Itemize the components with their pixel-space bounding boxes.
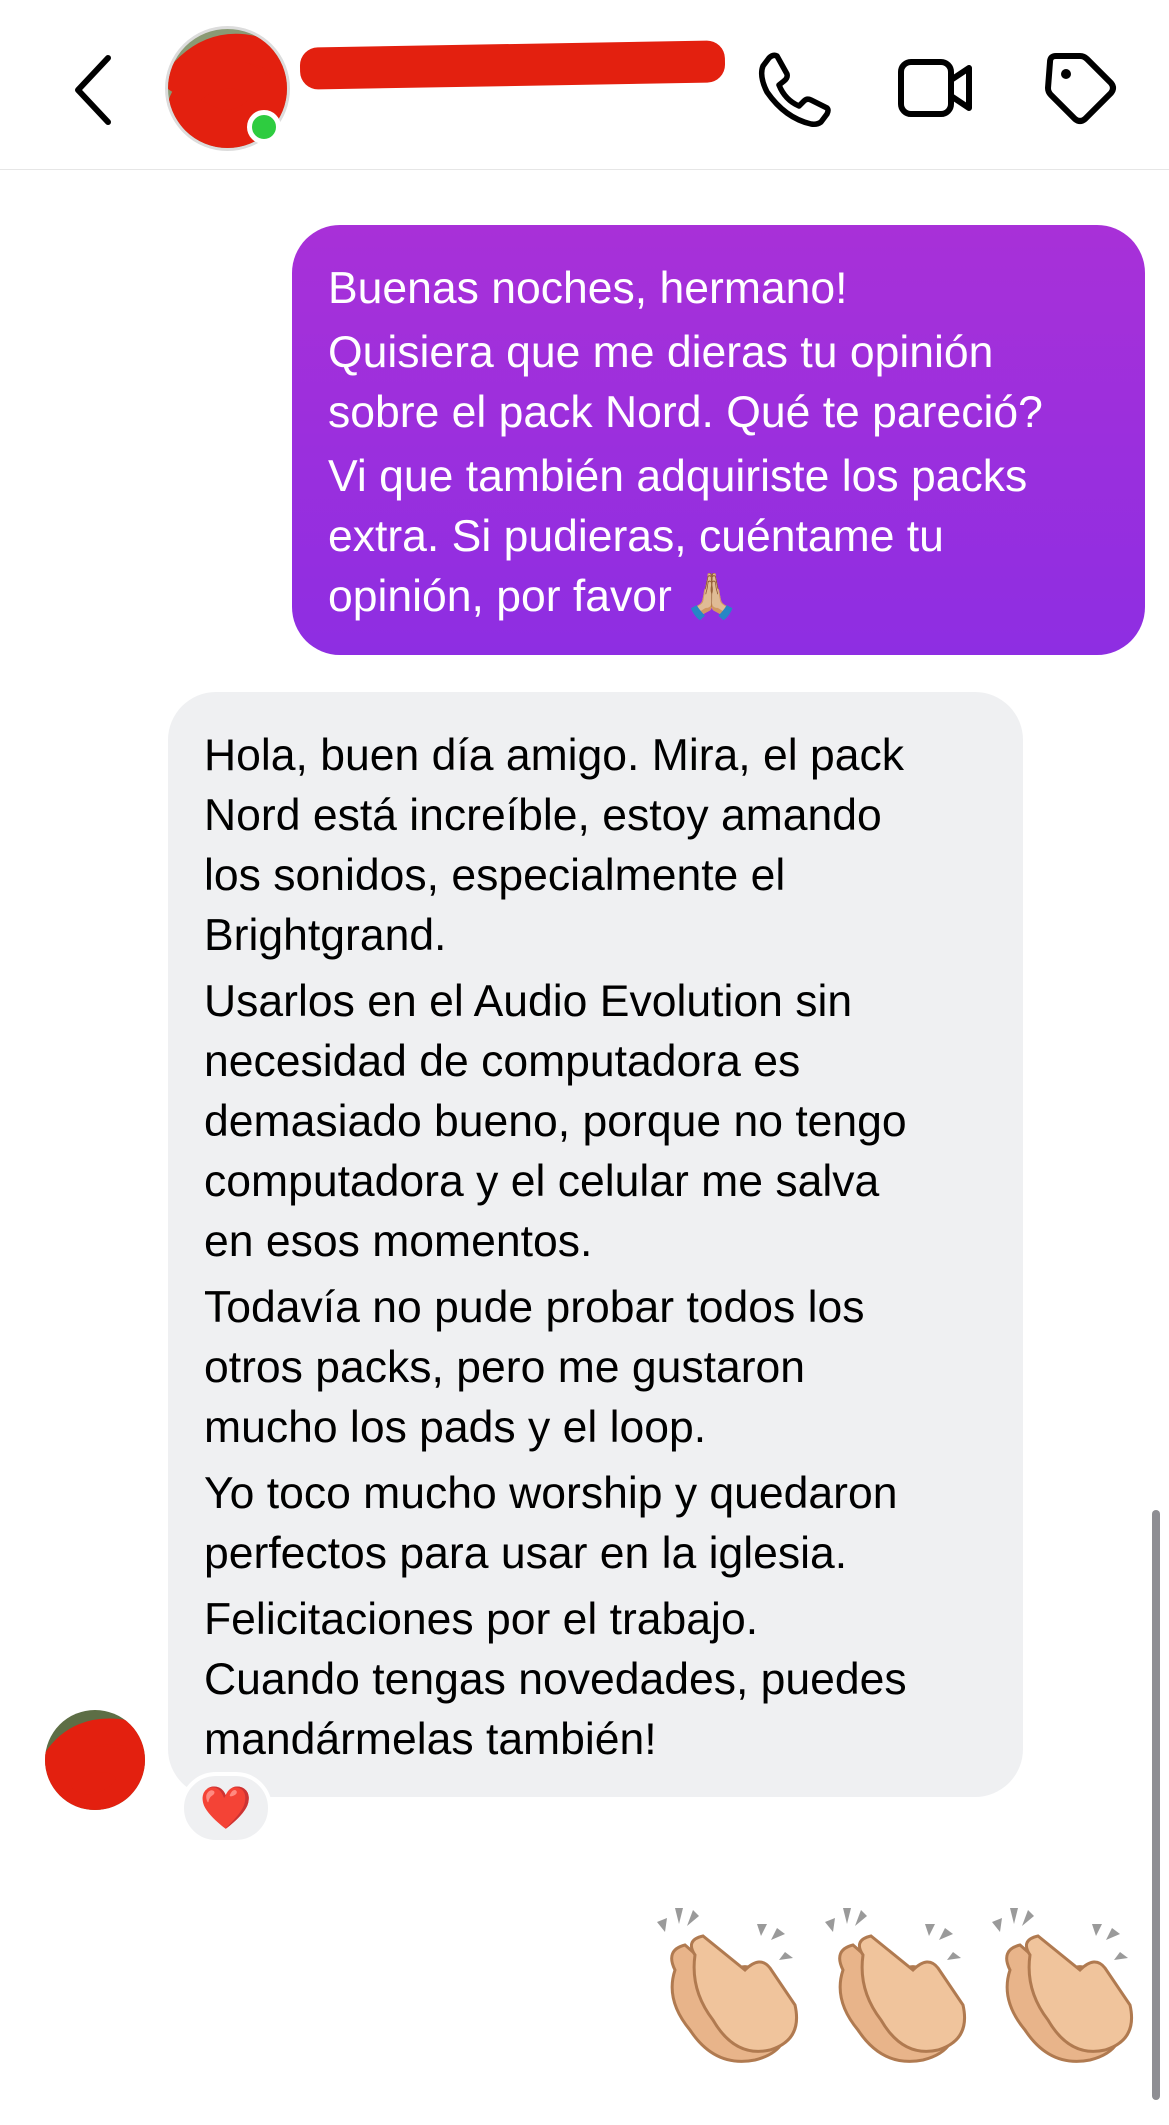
message-paragraph: Todavía no pude probar todos los otros p…	[204, 1278, 987, 1458]
message-line: necesidad de computadora es	[204, 1037, 801, 1086]
message-paragraph: Vi que también adquiriste los packs extr…	[328, 447, 1109, 627]
call-button[interactable]	[755, 48, 835, 128]
incoming-message-bubble[interactable]: Hola, buen día amigo. Mira, el pack Nord…	[168, 692, 1023, 1797]
scrollbar[interactable]	[1152, 1510, 1160, 2100]
clapping-hands-icon	[992, 1908, 1134, 2063]
message-line: sobre el pack Nord. Qué te pareció?	[328, 388, 1043, 437]
message-line: Quisiera que me dieras tu opinión	[328, 328, 994, 377]
message-paragraph: Felicitaciones por el trabajo. Cuando te…	[204, 1590, 987, 1770]
online-status-dot	[247, 110, 281, 144]
phone-icon	[758, 52, 831, 127]
tag-button[interactable]	[1040, 48, 1120, 128]
message-line: Cuando tengas novedades, puedes	[204, 1655, 907, 1704]
message-line: opinión, por favor 🙏🏼	[328, 572, 740, 621]
chevron-left-icon	[75, 55, 111, 125]
message-paragraph: Hola, buen día amigo. Mira, el pack Nord…	[204, 726, 987, 966]
message-line: demasiado bueno, porque no tengo	[204, 1097, 907, 1146]
message-line: perfectos para usar en la iglesia.	[204, 1529, 848, 1578]
message-line: Usarlos en el Audio Evolution sin	[204, 977, 853, 1026]
clap-emoji-message[interactable]	[645, 1900, 1145, 2100]
message-paragraph: Usarlos en el Audio Evolution sin necesi…	[204, 972, 987, 1272]
sender-avatar[interactable]	[45, 1710, 145, 1810]
clapping-hands-icon	[657, 1908, 799, 2063]
message-paragraph: Yo toco mucho worship y quedaron perfect…	[204, 1464, 987, 1584]
message-line: extra. Si pudieras, cuéntame tu	[328, 512, 944, 561]
message-paragraph: Buenas noches, hermano!	[328, 259, 1109, 319]
message-line: Yo toco mucho worship y quedaron	[204, 1469, 898, 1518]
tag-icon	[1045, 53, 1116, 124]
message-line: Brightgrand.	[204, 911, 447, 960]
message-line: Hola, buen día amigo. Mira, el pack	[204, 731, 905, 780]
message-line: computadora y el celular me salva	[204, 1157, 880, 1206]
message-paragraph: Quisiera que me dieras tu opinión sobre …	[328, 323, 1109, 443]
message-line: Felicitaciones por el trabajo.	[204, 1595, 759, 1644]
name-redaction	[299, 40, 726, 90]
outgoing-message-bubble[interactable]: Buenas noches, hermano! Quisiera que me …	[292, 225, 1145, 655]
video-camera-icon	[898, 59, 972, 117]
message-line: mucho los pads y el loop.	[204, 1403, 707, 1452]
message-line: Buenas noches, hermano!	[328, 264, 848, 313]
message-line: los sonidos, especialmente el	[204, 851, 786, 900]
video-call-button[interactable]	[895, 48, 975, 128]
message-line: Nord está increíble, estoy amando	[204, 791, 882, 840]
message-line: mandármelas también!	[204, 1715, 657, 1764]
message-line: otros packs, pero me gustaron	[204, 1343, 806, 1392]
chat-header	[0, 0, 1169, 170]
message-line: en esos momentos.	[204, 1217, 593, 1266]
heart-icon: ❤️	[199, 1784, 253, 1831]
message-line: Todavía no pude probar todos los	[204, 1283, 865, 1332]
clapping-hands-icon	[824, 1908, 966, 2063]
redaction-scribble	[45, 1718, 145, 1810]
message-line: Vi que también adquiriste los packs	[328, 452, 1028, 501]
heart-reaction[interactable]: ❤️	[180, 1772, 272, 1844]
back-button[interactable]	[70, 50, 120, 130]
